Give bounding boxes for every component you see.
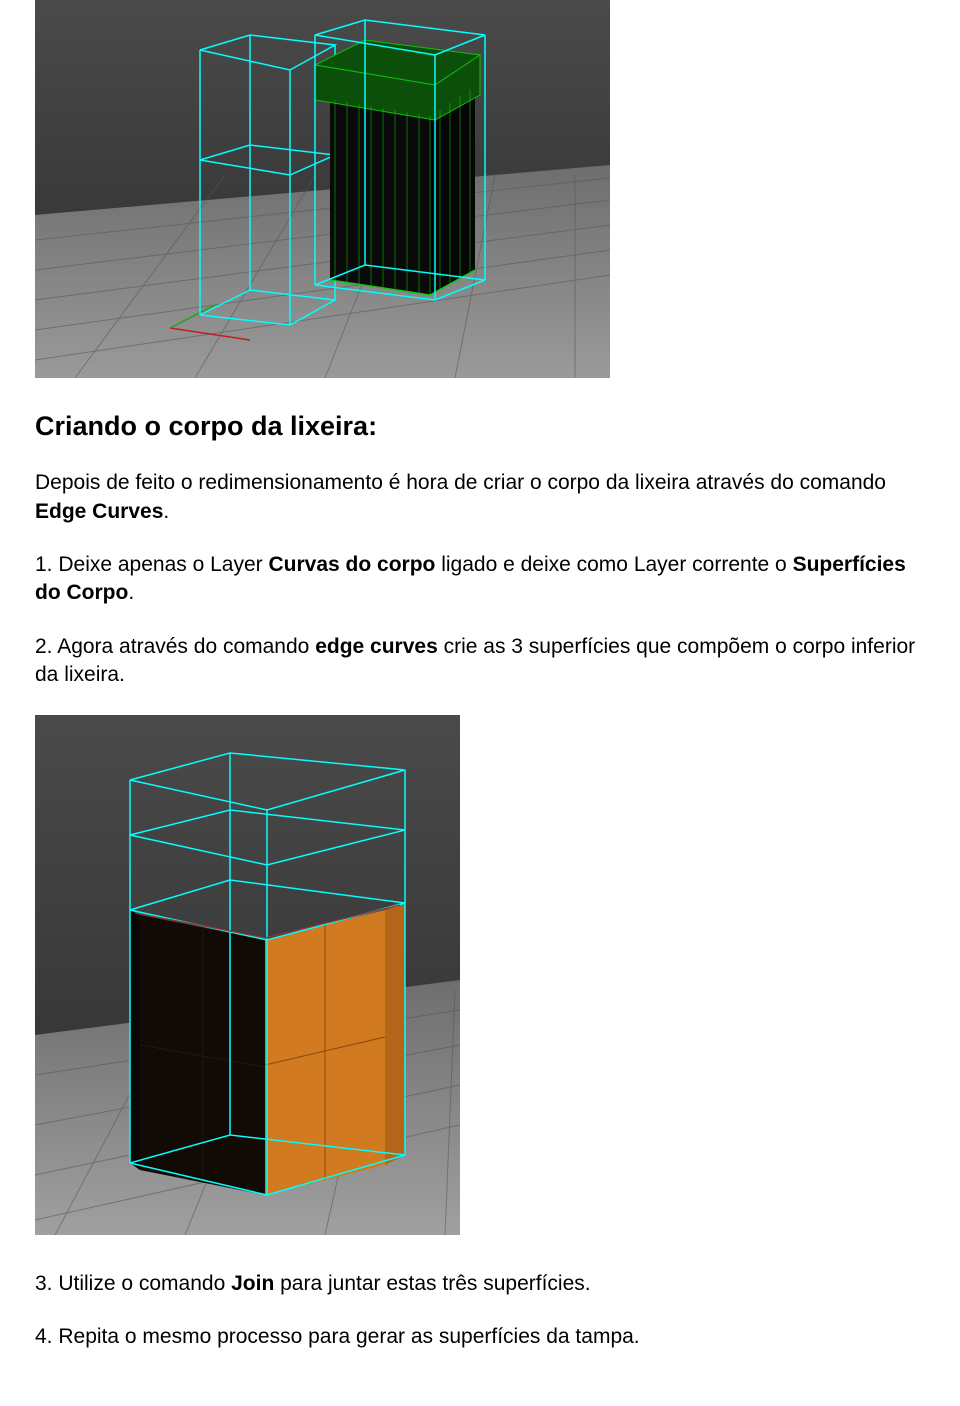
command-join: Join [231,1272,274,1295]
text: 4. Repita o mesmo processo para gerar as… [35,1325,640,1348]
step-3: 3. Utilize o comando Join para juntar es… [35,1270,925,1298]
text: Depois de feito o redimensionamento é ho… [35,471,886,494]
step-4: 4. Repita o mesmo processo para gerar as… [35,1323,925,1351]
intro-paragraph: Depois de feito o redimensionamento é ho… [35,469,925,526]
text: 3. Utilize o comando [35,1272,231,1295]
text: . [128,581,134,604]
figure-1-svg [35,0,610,378]
command-edge-curves: edge curves [315,635,438,658]
text: 2. Agora através do comando [35,635,315,658]
text: 1. Deixe apenas o Layer [35,553,268,576]
layer-curvas-do-corpo: Curvas do corpo [268,553,435,576]
step-1: 1. Deixe apenas o Layer Curvas do corpo … [35,551,925,608]
section-heading: Criando o corpo da lixeira: [35,408,925,444]
text: ligado e deixe como Layer corrente o [435,553,792,576]
text: para juntar estas três superfícies. [274,1272,590,1295]
figure-1-viewport [35,0,610,378]
step-2: 2. Agora através do comando edge curves … [35,633,925,690]
figure-2-viewport [35,715,460,1235]
command-edge-curves: Edge Curves [35,500,163,523]
figure-2-svg [35,715,460,1235]
text: . [163,500,169,523]
